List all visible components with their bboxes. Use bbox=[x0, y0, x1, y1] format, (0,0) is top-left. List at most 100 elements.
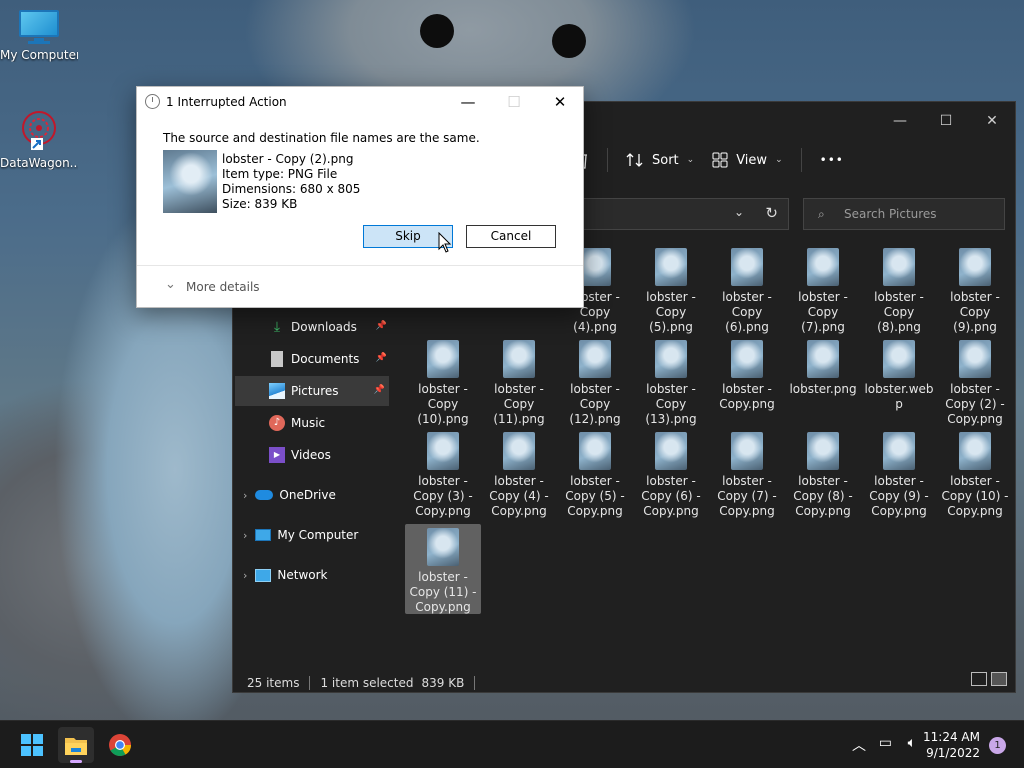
file-item[interactable]: lobster - Copy (5) - Copy.png bbox=[557, 432, 633, 519]
file-name-line: (7).png bbox=[801, 320, 845, 334]
minimize-button[interactable]: — bbox=[877, 108, 923, 134]
nav-item-my-computer[interactable]: › My Computer bbox=[243, 520, 391, 550]
details-view-icon[interactable] bbox=[971, 672, 987, 686]
cancel-button[interactable]: Cancel bbox=[466, 225, 556, 248]
view-button[interactable]: View ⌄ bbox=[712, 152, 783, 168]
chevron-right-icon[interactable]: › bbox=[243, 489, 247, 502]
volume-icon[interactable]: 🔈︎ bbox=[908, 735, 916, 751]
file-item[interactable]: lobster.web p bbox=[861, 340, 937, 412]
network-status-icon[interactable]: ▭ bbox=[879, 735, 892, 751]
system-clock[interactable]: 11:24 AM 9/1/2022 bbox=[923, 729, 980, 761]
file-item[interactable]: lobster - Copy (12).png bbox=[557, 340, 633, 427]
file-item[interactable]: lobster - Copy (9).png bbox=[937, 248, 1013, 335]
pin-icon: 📌 bbox=[375, 321, 387, 331]
file-name-line: (12).png bbox=[569, 412, 621, 426]
chevron-up-icon[interactable]: ︿ bbox=[852, 735, 866, 755]
wallpaper-detail bbox=[552, 24, 586, 58]
file-item[interactable]: lobster - Copy (8) - Copy.png bbox=[785, 432, 861, 519]
selection-count: 1 item selected bbox=[320, 676, 414, 690]
maximize-button[interactable]: ☐ bbox=[923, 108, 969, 134]
address-bar[interactable]: ⌄ ↻ bbox=[563, 198, 789, 230]
minimize-button[interactable]: — bbox=[445, 87, 491, 117]
file-name-line: Copy bbox=[579, 397, 611, 411]
file-name-line: lobster - bbox=[798, 290, 848, 304]
file-item[interactable]: lobster - Copy (7) - Copy.png bbox=[709, 432, 785, 519]
file-item[interactable]: lobster - Copy (4) - Copy.png bbox=[481, 432, 557, 519]
sort-icon bbox=[626, 153, 643, 167]
file-item[interactable]: lobster - Copy (3) - Copy.png bbox=[405, 432, 481, 519]
status-divider bbox=[309, 676, 311, 690]
file-name-line: lobster - bbox=[798, 474, 848, 488]
chrome-icon bbox=[109, 734, 131, 756]
file-name-line: Copy bbox=[959, 305, 991, 319]
nav-item-downloads[interactable]: ⤓ Downloads 📌 bbox=[269, 312, 391, 342]
notification-badge[interactable]: 1 bbox=[989, 737, 1006, 754]
close-button[interactable]: ✕ bbox=[537, 87, 583, 117]
image-thumbnail bbox=[807, 248, 839, 286]
mouse-cursor-icon bbox=[438, 232, 452, 253]
file-name-line: lobster - bbox=[570, 474, 620, 488]
file-item[interactable]: lobster - Copy (10).png bbox=[405, 340, 481, 427]
file-name-line: (10).png bbox=[417, 412, 469, 426]
file-name-line: lobster - bbox=[570, 382, 620, 396]
dialog-message: The source and destination file names ar… bbox=[163, 131, 480, 145]
image-thumbnail bbox=[883, 340, 915, 378]
more-details-toggle[interactable]: More details bbox=[186, 280, 260, 294]
image-thumbnail bbox=[427, 528, 459, 566]
chevron-down-icon[interactable]: ⌄ bbox=[734, 205, 744, 219]
refresh-icon[interactable]: ↻ bbox=[765, 204, 778, 222]
file-name-line: lobster.png bbox=[789, 382, 857, 396]
file-name-line: (6).png bbox=[725, 320, 769, 334]
more-options-button[interactable]: ••• bbox=[820, 153, 844, 167]
file-name-line: (4).png bbox=[573, 320, 617, 334]
nav-item-music[interactable]: ♪ Music bbox=[269, 408, 391, 438]
grid-view-icon bbox=[712, 152, 728, 168]
file-name-line: Copy (2) - bbox=[945, 397, 1005, 411]
file-name-line: lobster - bbox=[874, 290, 924, 304]
nav-item-label: Music bbox=[291, 416, 326, 430]
nav-item-network[interactable]: › Network bbox=[243, 560, 391, 590]
file-item[interactable]: lobster - Copy (9) - Copy.png bbox=[861, 432, 937, 519]
large-icons-view-icon[interactable] bbox=[991, 672, 1007, 686]
computer-icon bbox=[17, 10, 61, 44]
chevron-down-icon[interactable]: ⌄ bbox=[165, 277, 176, 292]
file-name-line: Copy bbox=[503, 397, 535, 411]
file-item[interactable]: lobster - Copy (13).png bbox=[633, 340, 709, 427]
file-item[interactable]: lobster - Copy.png bbox=[709, 340, 785, 412]
nav-item-videos[interactable]: ▶ Videos bbox=[269, 440, 391, 470]
file-item[interactable]: lobster - Copy (5).png bbox=[633, 248, 709, 335]
nav-item-documents[interactable]: Documents 📌 bbox=[269, 344, 391, 374]
file-name-line: Copy (8) - bbox=[793, 489, 853, 503]
file-name-line: (8).png bbox=[877, 320, 921, 334]
close-button[interactable]: ✕ bbox=[969, 108, 1015, 134]
file-item[interactable]: lobster - Copy (11) - Copy.png bbox=[405, 524, 481, 614]
explorer-toolbar: Sort ⌄ View ⌄ ••• bbox=[573, 144, 844, 176]
file-item[interactable]: lobster - Copy (6).png bbox=[709, 248, 785, 335]
file-name-line: Copy.png bbox=[415, 600, 471, 614]
desktop-icon-my-computer[interactable]: My Computer bbox=[0, 10, 78, 62]
sort-button[interactable]: Sort ⌄ bbox=[626, 152, 694, 168]
search-input[interactable]: ⌕ Search Pictures bbox=[803, 198, 1005, 230]
taskbar-file-explorer[interactable] bbox=[58, 727, 94, 763]
desktop-icon-datawagon[interactable]: DataWagon... bbox=[0, 108, 78, 170]
file-item[interactable]: lobster - Copy (7).png bbox=[785, 248, 861, 335]
file-item[interactable]: lobster.png bbox=[785, 340, 861, 397]
chevron-right-icon[interactable]: › bbox=[243, 529, 247, 542]
view-toggle bbox=[971, 672, 1007, 686]
file-item[interactable]: lobster - Copy (10) - Copy.png bbox=[937, 432, 1013, 519]
file-item[interactable]: lobster - Copy (6) - Copy.png bbox=[633, 432, 709, 519]
start-button[interactable] bbox=[14, 727, 50, 763]
file-name-line: Copy.png bbox=[947, 504, 1003, 518]
file-name-line: lobster - bbox=[494, 382, 544, 396]
nav-item-onedrive[interactable]: › OneDrive bbox=[243, 480, 391, 510]
nav-item-pictures[interactable]: Pictures 📌 bbox=[235, 376, 389, 406]
file-item[interactable]: lobster - Copy (2) - Copy.png bbox=[937, 340, 1013, 427]
file-item[interactable]: lobster - Copy (11).png bbox=[481, 340, 557, 427]
chevron-right-icon[interactable]: › bbox=[243, 569, 247, 582]
file-item[interactable]: lobster - Copy (8).png bbox=[861, 248, 937, 335]
pictures-icon bbox=[269, 383, 285, 399]
taskbar-chrome[interactable] bbox=[102, 727, 138, 763]
file-name-line: Copy.png bbox=[947, 412, 1003, 426]
file-name-line: lobster - bbox=[494, 474, 544, 488]
image-thumbnail bbox=[655, 248, 687, 286]
